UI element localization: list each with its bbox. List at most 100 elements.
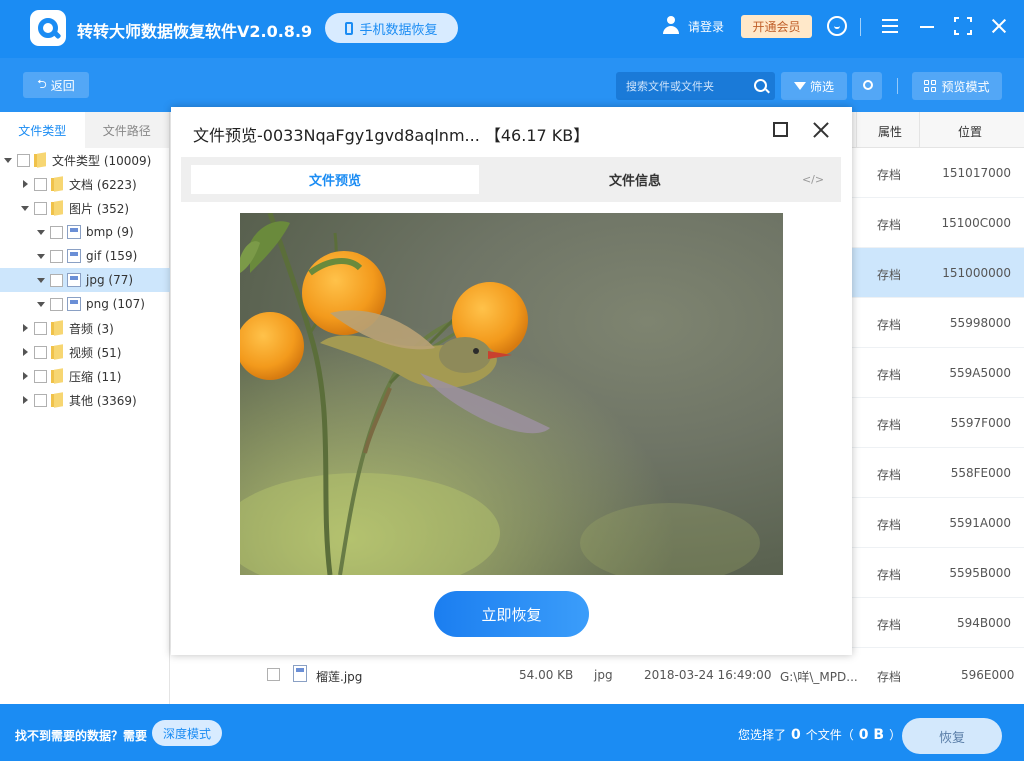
- support-icon[interactable]: [827, 16, 847, 36]
- tree-item-documents[interactable]: 文档 (6223): [0, 172, 170, 196]
- search-box: [616, 72, 775, 100]
- tree-item-all-types[interactable]: 文件类型 (10009): [0, 148, 170, 172]
- chevron-down-icon[interactable]: [36, 299, 46, 309]
- tree-item-images[interactable]: 图片 (352): [0, 196, 170, 220]
- code-view-icon[interactable]: </>: [803, 165, 823, 194]
- tree-item-bmp[interactable]: bmp (9): [0, 220, 170, 244]
- chevron-right-icon[interactable]: [20, 179, 30, 189]
- file-path: G:\咩\_MPD...: [780, 668, 858, 685]
- tab-file-info[interactable]: 文件信息: [481, 165, 789, 194]
- search-input[interactable]: [626, 80, 751, 93]
- checkbox[interactable]: [34, 322, 47, 335]
- header-position[interactable]: 位置: [958, 123, 982, 140]
- login-link[interactable]: 请登录: [688, 18, 724, 35]
- help-text: 找不到需要的数据？需要: [15, 727, 147, 744]
- tab-file-type[interactable]: 文件类型: [0, 112, 85, 148]
- checkbox[interactable]: [50, 274, 63, 287]
- maximize-icon[interactable]: [953, 16, 973, 36]
- folder-icon: [51, 177, 64, 191]
- file-size: 54.00 KB: [519, 668, 573, 682]
- preview-mode-label: 预览模式: [941, 78, 989, 95]
- tree-item-png[interactable]: png (107): [0, 292, 170, 316]
- close-icon[interactable]: [989, 16, 1009, 36]
- checkbox[interactable]: [17, 154, 30, 167]
- recover-button[interactable]: 恢复: [902, 718, 1002, 754]
- chevron-right-icon[interactable]: [20, 395, 30, 405]
- tree-label: png (107): [86, 297, 145, 311]
- filter-button[interactable]: 筛选: [781, 72, 847, 100]
- tree-label: 文件类型 (10009): [52, 152, 151, 169]
- chevron-right-icon[interactable]: [20, 371, 30, 381]
- menu-icon[interactable]: [880, 16, 900, 36]
- title-separator: [860, 18, 861, 36]
- checkbox[interactable]: [34, 394, 47, 407]
- table-row[interactable]: 存档 5595B000: [852, 548, 1024, 598]
- tree-item-video[interactable]: 视频 (51): [0, 340, 170, 364]
- table-row[interactable]: 存档 15100C000: [852, 198, 1024, 248]
- folder-icon: [51, 393, 64, 407]
- selected-size: 0 B: [859, 727, 884, 743]
- checkbox[interactable]: [34, 346, 47, 359]
- search-icon[interactable]: [754, 79, 767, 92]
- vip-button[interactable]: 开通会员: [741, 15, 812, 38]
- dialog-title: 文件预览-0033NqaFgy1gvd8aqlnm... 【46.17 KB】: [193, 122, 589, 146]
- folder-icon: [51, 369, 64, 383]
- tree-item-archive[interactable]: 压缩 (11): [0, 364, 170, 388]
- tree-item-jpg[interactable]: jpg (77): [0, 268, 170, 292]
- chevron-down-icon[interactable]: [3, 155, 13, 165]
- tree-label: 文档 (6223): [69, 176, 137, 193]
- chevron-right-icon[interactable]: [20, 347, 30, 357]
- back-button[interactable]: ⮌ 返回: [23, 72, 89, 98]
- table-row[interactable]: 存档 558FE000: [852, 448, 1024, 498]
- tree-item-other[interactable]: 其他 (3369): [0, 388, 170, 412]
- user-icon[interactable]: [662, 16, 680, 34]
- chevron-down-icon[interactable]: [36, 227, 46, 237]
- checkbox[interactable]: [34, 370, 47, 383]
- table-row[interactable]: 存档 5597F000: [852, 398, 1024, 448]
- tab-file-preview[interactable]: 文件预览: [191, 165, 479, 194]
- filter-icon: [794, 82, 806, 90]
- tree-item-gif[interactable]: gif (159): [0, 244, 170, 268]
- row-checkbox[interactable]: [267, 668, 280, 681]
- table-row-selected[interactable]: 存档 151000000: [852, 248, 1024, 298]
- table-row[interactable]: 存档 151017000: [852, 148, 1024, 198]
- tree-item-audio[interactable]: 音频 (3): [0, 316, 170, 340]
- table-row[interactable]: 存档 559A5000: [852, 348, 1024, 398]
- zoom-search-button[interactable]: [852, 72, 882, 100]
- left-panel: 文件类型 文件路径 文件类型 (10009) 文档 (6223) 图片 (352…: [0, 112, 170, 704]
- folder-icon: [51, 321, 64, 335]
- table-row[interactable]: 榴莲.jpg 54.00 KB jpg 2018-03-24 16:49:00 …: [258, 650, 1024, 700]
- preview-mode-button[interactable]: 预览模式: [912, 72, 1002, 100]
- table-row[interactable]: 存档 55998000: [852, 298, 1024, 348]
- tree-label: bmp (9): [86, 225, 134, 239]
- folder-icon: [51, 345, 64, 359]
- selection-status: 您选择了 0 个文件（ 0 B ）: [738, 726, 901, 743]
- filter-label: 筛选: [810, 78, 834, 95]
- chevron-down-icon[interactable]: [20, 203, 30, 213]
- back-arrow-icon: ⮌: [37, 75, 47, 96]
- checkbox[interactable]: [50, 250, 63, 263]
- tab-file-path[interactable]: 文件路径: [85, 112, 170, 148]
- maximize-icon[interactable]: [773, 122, 788, 137]
- chevron-down-icon[interactable]: [36, 275, 46, 285]
- tree-label: 压缩 (11): [69, 368, 121, 385]
- checkbox[interactable]: [34, 202, 47, 215]
- recover-now-button[interactable]: 立即恢复: [434, 591, 589, 637]
- checkbox[interactable]: [50, 298, 63, 311]
- table-row[interactable]: 存档 5591A000: [852, 498, 1024, 548]
- phone-recovery-button[interactable]: 手机数据恢复: [325, 13, 458, 43]
- header-attr[interactable]: 属性: [878, 123, 902, 140]
- chevron-right-icon[interactable]: [20, 323, 30, 333]
- chevron-down-icon[interactable]: [36, 251, 46, 261]
- checkbox[interactable]: [50, 226, 63, 239]
- table-row[interactable]: 存档 594B000: [852, 598, 1024, 648]
- minimize-icon[interactable]: [917, 16, 937, 36]
- tree-label: gif (159): [86, 249, 137, 263]
- image-file-icon: [67, 273, 81, 287]
- checkbox[interactable]: [34, 178, 47, 191]
- grid-icon: [924, 80, 936, 92]
- toolbar-separator: [897, 78, 898, 94]
- title-bar: 转转大师数据恢复软件V2.0.8.9 手机数据恢复 请登录 开通会员: [0, 0, 1024, 58]
- close-icon[interactable]: [811, 120, 831, 140]
- deep-mode-button[interactable]: 深度模式: [152, 720, 222, 746]
